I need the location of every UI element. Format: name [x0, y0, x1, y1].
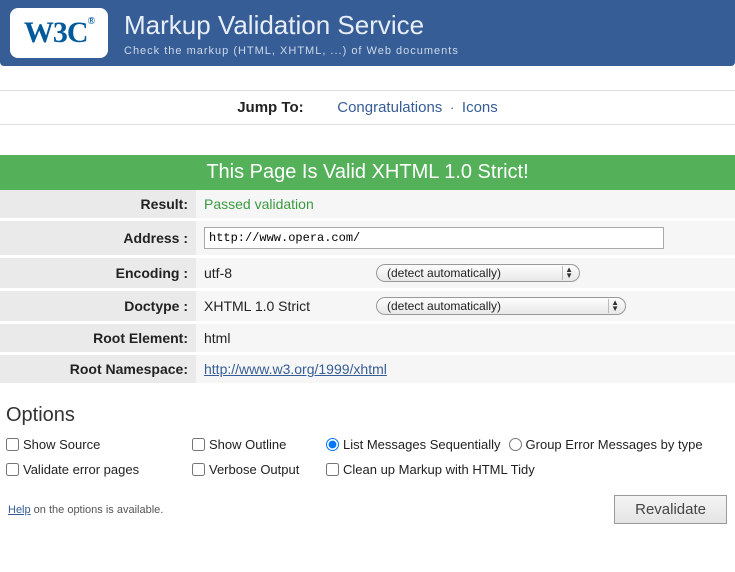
doctype-select-label: (detect automatically) — [387, 299, 501, 313]
updown-icon: ▲▼ — [608, 299, 621, 313]
page-title: Markup Validation Service — [124, 10, 459, 41]
validation-banner: This Page Is Valid XHTML 1.0 Strict! — [0, 155, 735, 190]
help-link[interactable]: Help — [8, 504, 31, 516]
encoding-select-label: (detect automatically) — [387, 266, 501, 280]
jump-to-separator: · — [450, 100, 454, 115]
address-label: Address : — [0, 220, 196, 257]
result-value: Passed validation — [204, 196, 314, 212]
encoding-label: Encoding : — [0, 257, 196, 290]
encoding-row: Encoding : utf-8 (detect automatically) … — [0, 257, 735, 290]
cleanup-tidy-checkbox[interactable]: Clean up Markup with HTML Tidy — [326, 462, 535, 477]
list-sequentially-radio[interactable]: List Messages Sequentially — [326, 437, 501, 452]
show-outline-checkbox[interactable]: Show Outline — [192, 437, 326, 452]
revalidate-button[interactable]: Revalidate — [614, 495, 727, 524]
address-row: Address : — [0, 220, 735, 257]
root-namespace-link[interactable]: http://www.w3.org/1999/xhtml — [204, 361, 387, 377]
encoding-value: utf-8 — [204, 265, 376, 281]
doctype-label: Doctype : — [0, 290, 196, 323]
show-source-checkbox[interactable]: Show Source — [6, 437, 192, 452]
root-element-row: Root Element: html — [0, 323, 735, 354]
jump-to-bar: Jump To: Congratulations · Icons — [0, 90, 735, 125]
options-section: Options Show Source Show Outline List Me… — [0, 404, 735, 536]
jump-to-icons[interactable]: Icons — [462, 99, 498, 116]
root-namespace-label: Root Namespace: — [0, 354, 196, 385]
encoding-select[interactable]: (detect automatically) ▲▼ — [376, 264, 580, 282]
address-input[interactable] — [204, 227, 664, 249]
doctype-row: Doctype : XHTML 1.0 Strict (detect autom… — [0, 290, 735, 323]
root-namespace-row: Root Namespace: http://www.w3.org/1999/x… — [0, 354, 735, 385]
page-subtitle: Check the markup (HTML, XHTML, ...) of W… — [124, 45, 459, 57]
result-label: Result: — [0, 190, 196, 220]
jump-to-congratulations[interactable]: Congratulations — [337, 99, 442, 116]
header-titles: Markup Validation Service Check the mark… — [124, 10, 459, 57]
options-title: Options — [6, 404, 729, 427]
verbose-output-checkbox[interactable]: Verbose Output — [192, 462, 326, 477]
header: W3C® Markup Validation Service Check the… — [0, 0, 735, 66]
validate-error-pages-checkbox[interactable]: Validate error pages — [6, 462, 192, 477]
jump-to-label: Jump To: — [237, 99, 303, 116]
root-element-value: html — [196, 323, 735, 354]
group-errors-radio[interactable]: Group Error Messages by type — [509, 437, 703, 452]
results-table: Result: Passed validation Address : Enco… — [0, 190, 735, 386]
logo-text: W3C® — [24, 16, 94, 50]
result-row: Result: Passed validation — [0, 190, 735, 220]
doctype-select[interactable]: (detect automatically) ▲▼ — [376, 297, 626, 315]
updown-icon: ▲▼ — [562, 266, 575, 280]
help-text: Help on the options is available. — [8, 504, 163, 516]
root-element-label: Root Element: — [0, 323, 196, 354]
w3c-logo[interactable]: W3C® — [10, 8, 108, 58]
doctype-value: XHTML 1.0 Strict — [204, 298, 376, 314]
